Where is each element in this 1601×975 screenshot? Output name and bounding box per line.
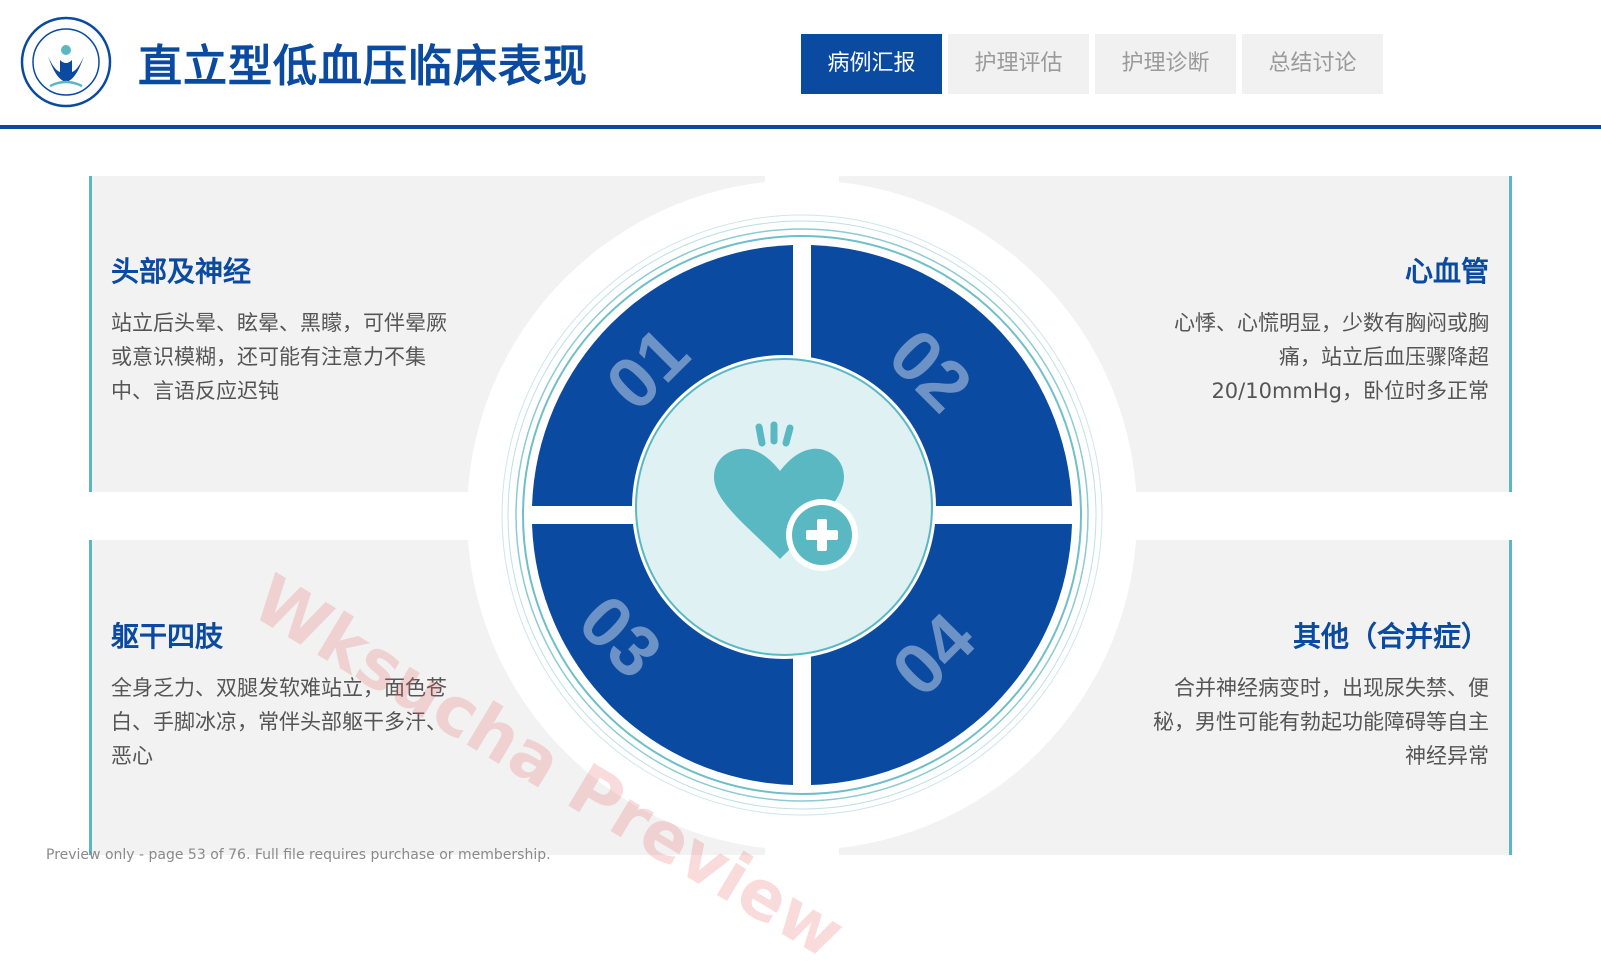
section-head-nerves: 头部及神经 站立后头晕、眩晕、黑矇，可伴晕厥或意识模糊，还可能有注意力不集中、言… [111,250,451,408]
section-text: 站立后头晕、眩晕、黑矇，可伴晕厥或意识模糊，还可能有注意力不集中、言语反应迟钝 [111,311,447,403]
preview-footer: Preview only - page 53 of 76. Full file … [46,847,551,863]
section-trunk-limbs: 躯干四肢 全身乏力、双腿发软难站立，面色苍白、手脚冰凉，常伴头部躯干多汗、恶心 [111,615,451,773]
header-divider [0,125,1601,129]
page-title: 直立型低血压临床表现 [138,41,588,92]
quadrant-diagram: 01 02 03 04 [467,180,1137,850]
tab-bar: 病例汇报 护理评估 护理诊断 总结讨论 [801,34,1383,94]
tab-summary-discussion[interactable]: 总结讨论 [1242,34,1383,94]
section-cardiovascular: 心血管 心悸、心慌明显，少数有胸闷或胸痛，站立后血压骤降超20/10mmHg，卧… [1149,250,1489,408]
section-title: 头部及神经 [111,255,252,288]
section-title: 心血管 [1404,255,1489,288]
section-other-complications: 其他（合并症） 合并神经病变时，出现尿失禁、便秘，男性可能有勃起功能障碍等自主神… [1149,615,1489,773]
section-text: 心悸、心慌明显，少数有胸闷或胸痛，站立后血压骤降超20/10mmHg，卧位时多正… [1174,311,1489,403]
section-title: 躯干四肢 [111,620,224,653]
header: 直立型低血压临床表现 病例汇报 护理评估 护理诊断 总结讨论 [0,0,1601,132]
tab-nursing-assessment[interactable]: 护理评估 [948,34,1089,94]
section-title: 其他（合并症） [1292,620,1489,653]
tab-case-report[interactable]: 病例汇报 [801,34,942,94]
hospital-logo-icon [20,16,112,108]
section-text: 合并神经病变时，出现尿失禁、便秘，男性可能有勃起功能障碍等自主神经异常 [1153,676,1489,768]
tab-nursing-diagnosis[interactable]: 护理诊断 [1095,34,1236,94]
section-text: 全身乏力、双腿发软难站立，面色苍白、手脚冰凉，常伴头部躯干多汗、恶心 [111,676,447,768]
